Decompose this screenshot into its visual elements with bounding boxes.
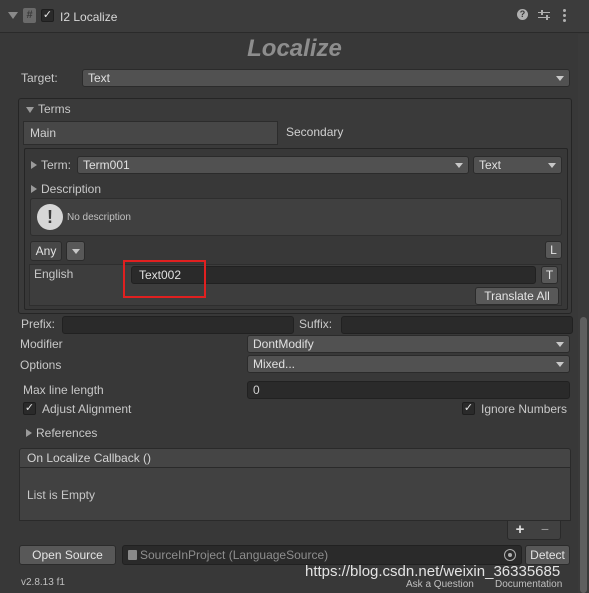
foldout-arrow-icon[interactable] [8,12,18,19]
target-dropdown[interactable]: Text [82,69,570,87]
any-dropdown[interactable]: Any [30,241,62,261]
description-label: Description [41,182,102,196]
modifier-value: DontModify [253,337,314,351]
watermark-text: https://blog.csdn.net/weixin_36335685 [305,563,561,580]
help-icon[interactable]: ? [517,9,528,20]
language-label: English [34,267,74,281]
prefix-label: Prefix: [21,317,56,331]
callback-header: On Localize Callback () [19,448,571,468]
ignore-numbers-checkbox[interactable]: ✓ [462,402,475,415]
callback-list [19,468,571,521]
terms-foldout[interactable]: Terms [26,101,71,117]
detect-button[interactable]: Detect [525,545,570,565]
adjust-alignment-label: Adjust Alignment [42,402,132,416]
foldout-closed-icon [31,161,37,169]
component-enabled-checkbox[interactable]: ✓ [41,9,54,22]
l-button[interactable]: L [545,241,562,259]
language-source-field[interactable]: SourceInProject (LanguageSource) [122,545,522,565]
terms-header: Terms [38,102,71,116]
description-box: ! No description [30,198,562,236]
add-callback-button[interactable]: + [512,521,528,538]
options-value: Mixed... [253,357,296,371]
description-text: No description [67,212,131,223]
max-line-length-label: Max line length [23,383,104,397]
description-foldout[interactable]: Description [31,181,101,197]
tab-secondary[interactable]: Secondary [279,121,567,145]
language-source-asset-icon [128,550,137,560]
adjust-alignment-checkbox[interactable]: ✓ [23,402,36,415]
chevron-down-icon [455,163,463,168]
target-value: Text [88,71,111,85]
max-line-length-field[interactable]: 0 [247,381,570,399]
term-label: Term: [41,158,71,172]
version-label: v2.8.13 f1 [21,577,65,588]
component-header: # ✓ I2 Localize ? [0,0,589,33]
chevron-down-icon [556,342,564,347]
foldout-closed-icon [31,185,37,193]
foldout-open-icon [26,107,34,113]
tab-main[interactable]: Main [23,121,278,145]
term-type-value: Text [479,158,502,172]
highlight-box [123,260,206,298]
references-label: References [36,426,98,440]
term-type-dropdown[interactable]: Text [473,156,562,174]
inspector-scrollbar[interactable] [578,34,589,593]
info-exclamation-icon: ! [37,204,63,230]
script-hash-icon: # [23,8,36,23]
suffix-field[interactable] [341,316,573,334]
foldout-closed-icon [26,429,32,437]
chevron-down-icon [548,163,556,168]
scrollbar-thumb[interactable] [580,317,587,593]
translate-all-button[interactable]: Translate All [475,287,559,305]
options-label: Options [20,358,62,372]
chevron-down-icon [72,249,80,254]
ignore-numbers-label: Ignore Numbers [481,402,568,416]
term-foldout[interactable]: Term: [31,157,71,173]
language-filter-dropdown[interactable] [66,241,85,261]
object-picker-icon[interactable] [504,549,516,561]
modifier-label: Modifier [20,337,63,351]
target-label: Target: [21,71,58,85]
language-source-value: SourceInProject (LanguageSource) [140,548,329,562]
preset-sliders-icon[interactable] [538,10,550,20]
suffix-label: Suffix: [299,317,333,331]
chevron-down-icon [556,76,564,81]
callback-empty-text: List is Empty [27,488,96,502]
t-button[interactable]: T [541,266,558,284]
term-dropdown[interactable]: Term001 [77,156,469,174]
term-value: Term001 [83,158,130,172]
chevron-down-icon [556,362,564,367]
references-foldout[interactable]: References [26,425,97,441]
options-dropdown[interactable]: Mixed... [247,355,570,373]
component-title: I2 Localize [60,10,118,24]
modifier-dropdown[interactable]: DontModify [247,335,570,353]
open-source-button[interactable]: Open Source [19,545,116,565]
more-options-icon[interactable] [562,9,566,22]
remove-callback-button[interactable]: − [537,521,553,538]
prefix-field[interactable] [62,316,294,334]
localize-logo: Localize [247,35,342,62]
